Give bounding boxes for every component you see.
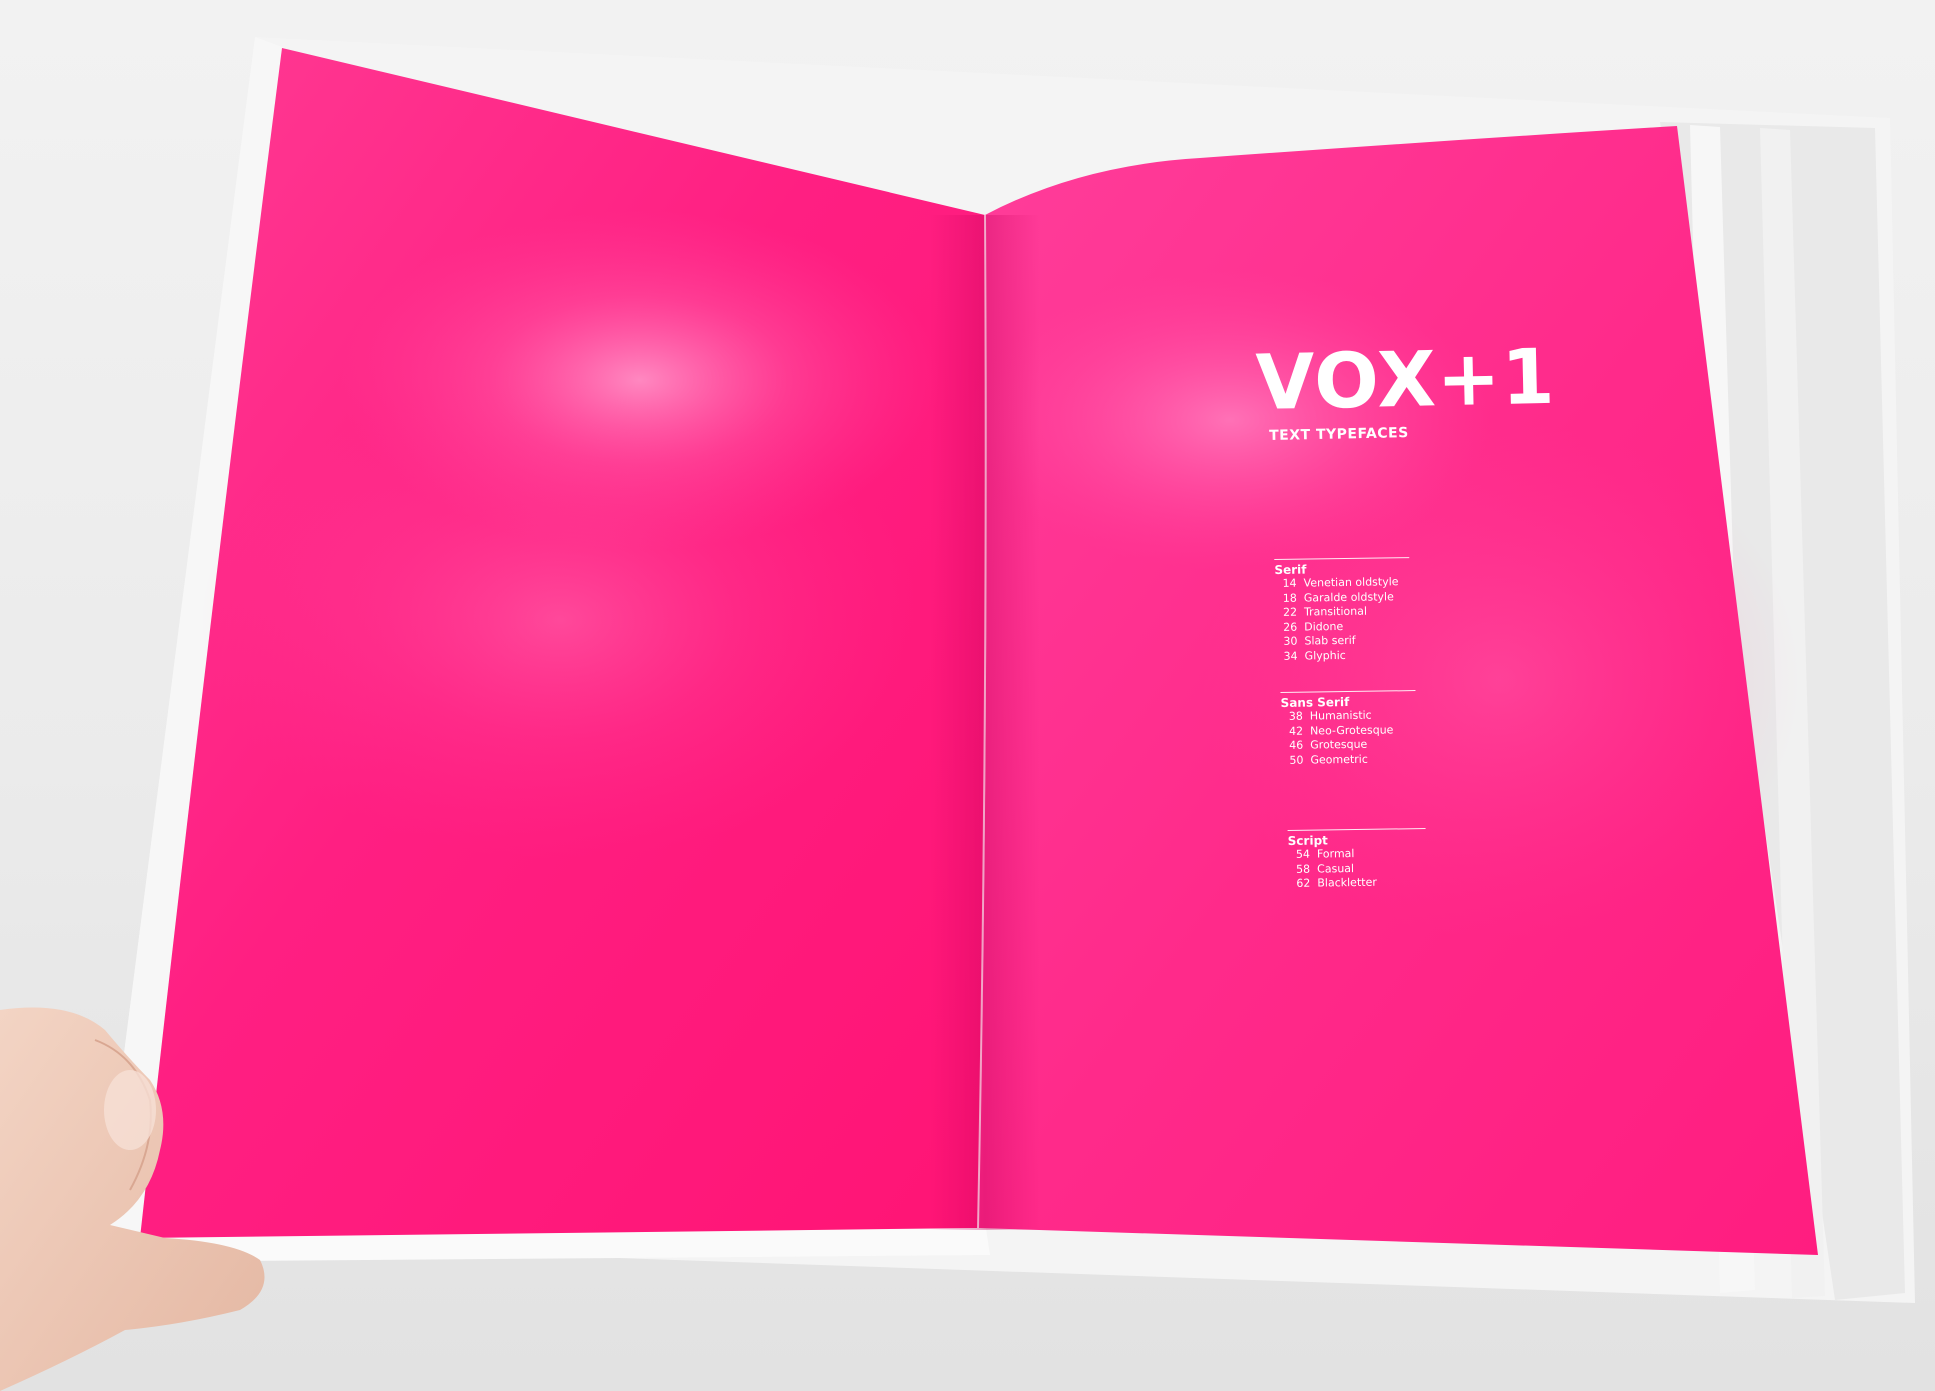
entry-label: Venetian oldstyle (1303, 575, 1399, 590)
contents-entry: 34 Glyphic (1276, 648, 1411, 664)
entry-label: Garalde oldstyle (1303, 589, 1394, 605)
contents-entry: 62 Blackletter (1288, 875, 1426, 892)
contents-entry: 50 Geometric (1281, 752, 1416, 768)
entry-label: Slab serif (1304, 634, 1356, 648)
book-title: VOX+1 (1254, 331, 1557, 427)
page-number: 14 (1282, 576, 1297, 590)
page-number: 30 (1283, 635, 1298, 649)
page-number: 38 (1288, 709, 1303, 723)
contents-entry: 18 Garalde oldstyle (1275, 590, 1410, 606)
entry-label: Neo-Grotesque (1309, 722, 1394, 738)
page-number: 26 (1283, 620, 1298, 634)
book-subtitle: TEXT TYPEFACES (1269, 425, 1409, 444)
entry-label: Casual (1317, 861, 1355, 876)
page-number: 42 (1288, 724, 1304, 738)
section-serif: Serif 14 Venetian oldstyle 18 Garalde olds… (1274, 557, 1410, 664)
entry-label: Transitional (1303, 604, 1368, 619)
page-number: 18 (1282, 591, 1297, 605)
photo-scene: VOX+1 TEXT TYPEFACES Serif 14 Venetian ol… (0, 0, 1935, 1391)
section-script: Script 54 Formal 58 Casual 62 Blackletter (1287, 828, 1427, 892)
entry-label: Grotesque (1310, 737, 1368, 752)
page-number: 62 (1296, 876, 1311, 891)
entry-label: Humanistic (1309, 708, 1372, 723)
entry-label: Glyphic (1304, 648, 1346, 663)
page-number: 22 (1282, 605, 1298, 620)
entry-label: Geometric (1310, 752, 1368, 767)
page-number: 50 (1289, 753, 1304, 767)
page-number: 34 (1283, 649, 1298, 663)
section-sans-serif: Sans Serif 38 Humanistic 42 Neo-Grotesque … (1280, 690, 1416, 768)
page-number: 54 (1295, 847, 1311, 861)
open-book-photo (0, 37, 1915, 1391)
entry-label: Formal (1316, 847, 1355, 861)
entry-label: Blackletter (1317, 875, 1377, 890)
page-number: 58 (1296, 862, 1311, 876)
page-number: 46 (1289, 738, 1304, 753)
entry-label: Didone (1304, 619, 1344, 634)
